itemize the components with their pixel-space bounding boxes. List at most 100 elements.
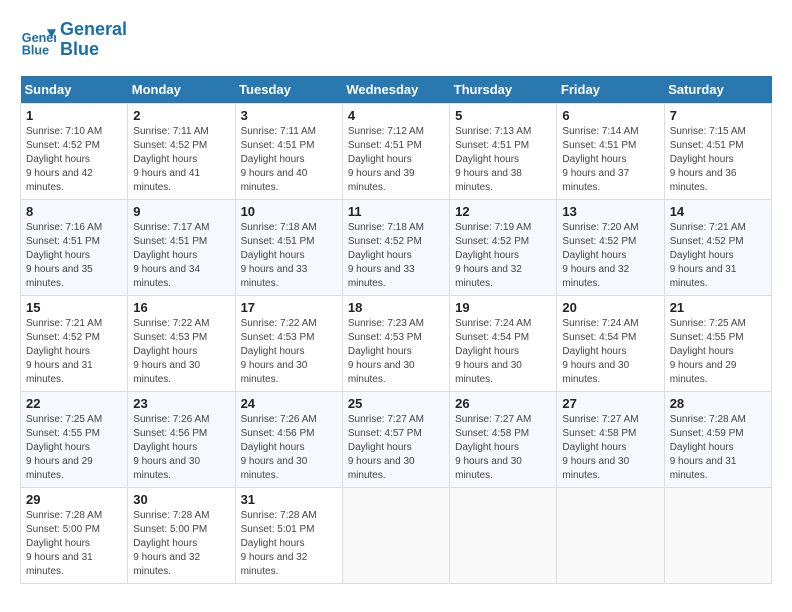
sunrise-label: Sunrise: xyxy=(670,126,707,137)
daylight-duration: 9 hours and 39 minutes. xyxy=(348,168,415,193)
sunrise-label: Sunrise: xyxy=(133,318,170,329)
sunset-label: Sunset: xyxy=(26,140,60,151)
calendar-day-cell: 16 Sunrise: 7:22 AM Sunset: 4:53 PM Dayl… xyxy=(128,295,235,391)
sunset-label: Sunset: xyxy=(455,332,489,343)
sunrise-time: 7:27 AM xyxy=(387,414,424,425)
daylight-duration: 9 hours and 33 minutes. xyxy=(241,264,308,289)
sunset-time: 4:53 PM xyxy=(277,332,314,343)
daylight-duration: 9 hours and 32 minutes. xyxy=(562,264,629,289)
sunset-time: 4:51 PM xyxy=(63,236,100,247)
sunset-label: Sunset: xyxy=(562,140,596,151)
sunset-label: Sunset: xyxy=(562,236,596,247)
day-info: Sunrise: 7:21 AM Sunset: 4:52 PM Dayligh… xyxy=(670,221,766,291)
calendar-table: SundayMondayTuesdayWednesdayThursdayFrid… xyxy=(20,76,772,584)
sunset-time: 4:51 PM xyxy=(170,236,207,247)
sunset-time: 4:53 PM xyxy=(385,332,422,343)
day-number: 7 xyxy=(670,108,766,123)
daylight-label: Daylight hours xyxy=(562,442,626,453)
daylight-label: Daylight hours xyxy=(26,538,90,549)
sunrise-label: Sunrise: xyxy=(348,222,385,233)
daylight-duration: 9 hours and 37 minutes. xyxy=(562,168,629,193)
sunset-time: 4:51 PM xyxy=(277,140,314,151)
day-info: Sunrise: 7:22 AM Sunset: 4:53 PM Dayligh… xyxy=(241,317,337,387)
sunset-time: 4:55 PM xyxy=(63,428,100,439)
day-number: 19 xyxy=(455,300,551,315)
daylight-duration: 9 hours and 42 minutes. xyxy=(26,168,93,193)
daylight-label: Daylight hours xyxy=(133,154,197,165)
day-info: Sunrise: 7:27 AM Sunset: 4:58 PM Dayligh… xyxy=(455,413,551,483)
sunrise-label: Sunrise: xyxy=(241,126,278,137)
day-info: Sunrise: 7:19 AM Sunset: 4:52 PM Dayligh… xyxy=(455,221,551,291)
daylight-duration: 9 hours and 30 minutes. xyxy=(455,456,522,481)
daylight-duration: 9 hours and 30 minutes. xyxy=(562,456,629,481)
sunset-label: Sunset: xyxy=(133,332,167,343)
day-number: 23 xyxy=(133,396,229,411)
daylight-duration: 9 hours and 30 minutes. xyxy=(133,456,200,481)
daylight-label: Daylight hours xyxy=(26,250,90,261)
sunrise-time: 7:22 AM xyxy=(173,318,210,329)
sunset-time: 4:52 PM xyxy=(706,236,743,247)
sunrise-label: Sunrise: xyxy=(133,414,170,425)
sunrise-label: Sunrise: xyxy=(26,222,63,233)
daylight-label: Daylight hours xyxy=(133,442,197,453)
sunset-label: Sunset: xyxy=(562,428,596,439)
sunrise-label: Sunrise: xyxy=(241,414,278,425)
sunset-label: Sunset: xyxy=(348,332,382,343)
daylight-duration: 9 hours and 31 minutes. xyxy=(670,456,737,481)
column-header-tuesday: Tuesday xyxy=(235,76,342,104)
daylight-label: Daylight hours xyxy=(670,346,734,357)
empty-cell xyxy=(557,487,664,583)
calendar-day-cell: 14 Sunrise: 7:21 AM Sunset: 4:52 PM Dayl… xyxy=(664,199,771,295)
day-number: 14 xyxy=(670,204,766,219)
day-info: Sunrise: 7:12 AM Sunset: 4:51 PM Dayligh… xyxy=(348,125,444,195)
sunset-time: 4:52 PM xyxy=(63,140,100,151)
day-info: Sunrise: 7:10 AM Sunset: 4:52 PM Dayligh… xyxy=(26,125,122,195)
sunset-label: Sunset: xyxy=(26,428,60,439)
daylight-label: Daylight hours xyxy=(670,250,734,261)
sunset-time: 4:52 PM xyxy=(599,236,636,247)
sunset-label: Sunset: xyxy=(670,140,704,151)
sunset-label: Sunset: xyxy=(26,236,60,247)
calendar-day-cell: 28 Sunrise: 7:28 AM Sunset: 4:59 PM Dayl… xyxy=(664,391,771,487)
day-info: Sunrise: 7:13 AM Sunset: 4:51 PM Dayligh… xyxy=(455,125,551,195)
calendar-day-cell: 5 Sunrise: 7:13 AM Sunset: 4:51 PM Dayli… xyxy=(450,103,557,199)
daylight-label: Daylight hours xyxy=(562,154,626,165)
daylight-label: Daylight hours xyxy=(241,154,305,165)
sunset-label: Sunset: xyxy=(562,332,596,343)
calendar-day-cell: 10 Sunrise: 7:18 AM Sunset: 4:51 PM Dayl… xyxy=(235,199,342,295)
day-number: 31 xyxy=(241,492,337,507)
calendar-day-cell: 15 Sunrise: 7:21 AM Sunset: 4:52 PM Dayl… xyxy=(21,295,128,391)
day-number: 1 xyxy=(26,108,122,123)
daylight-label: Daylight hours xyxy=(26,442,90,453)
daylight-label: Daylight hours xyxy=(455,154,519,165)
day-number: 9 xyxy=(133,204,229,219)
calendar-day-cell: 29 Sunrise: 7:28 AM Sunset: 5:00 PM Dayl… xyxy=(21,487,128,583)
daylight-duration: 9 hours and 31 minutes. xyxy=(670,264,737,289)
calendar-week-row: 29 Sunrise: 7:28 AM Sunset: 5:00 PM Dayl… xyxy=(21,487,772,583)
day-info: Sunrise: 7:16 AM Sunset: 4:51 PM Dayligh… xyxy=(26,221,122,291)
sunset-label: Sunset: xyxy=(133,140,167,151)
sunrise-time: 7:24 AM xyxy=(602,318,639,329)
day-info: Sunrise: 7:11 AM Sunset: 4:52 PM Dayligh… xyxy=(133,125,229,195)
daylight-duration: 9 hours and 30 minutes. xyxy=(133,360,200,385)
sunrise-time: 7:26 AM xyxy=(173,414,210,425)
sunrise-label: Sunrise: xyxy=(670,222,707,233)
sunset-label: Sunset: xyxy=(241,332,275,343)
sunset-label: Sunset: xyxy=(455,140,489,151)
sunrise-label: Sunrise: xyxy=(348,126,385,137)
sunrise-label: Sunrise: xyxy=(455,222,492,233)
daylight-duration: 9 hours and 29 minutes. xyxy=(26,456,93,481)
daylight-duration: 9 hours and 30 minutes. xyxy=(562,360,629,385)
sunset-time: 4:52 PM xyxy=(385,236,422,247)
empty-cell xyxy=(450,487,557,583)
day-number: 22 xyxy=(26,396,122,411)
sunrise-time: 7:27 AM xyxy=(602,414,639,425)
sunrise-label: Sunrise: xyxy=(562,318,599,329)
calendar-day-cell: 22 Sunrise: 7:25 AM Sunset: 4:55 PM Dayl… xyxy=(21,391,128,487)
sunrise-label: Sunrise: xyxy=(26,510,63,521)
day-number: 2 xyxy=(133,108,229,123)
sunset-time: 5:01 PM xyxy=(277,524,314,535)
daylight-duration: 9 hours and 33 minutes. xyxy=(348,264,415,289)
calendar-day-cell: 26 Sunrise: 7:27 AM Sunset: 4:58 PM Dayl… xyxy=(450,391,557,487)
sunrise-time: 7:27 AM xyxy=(495,414,532,425)
